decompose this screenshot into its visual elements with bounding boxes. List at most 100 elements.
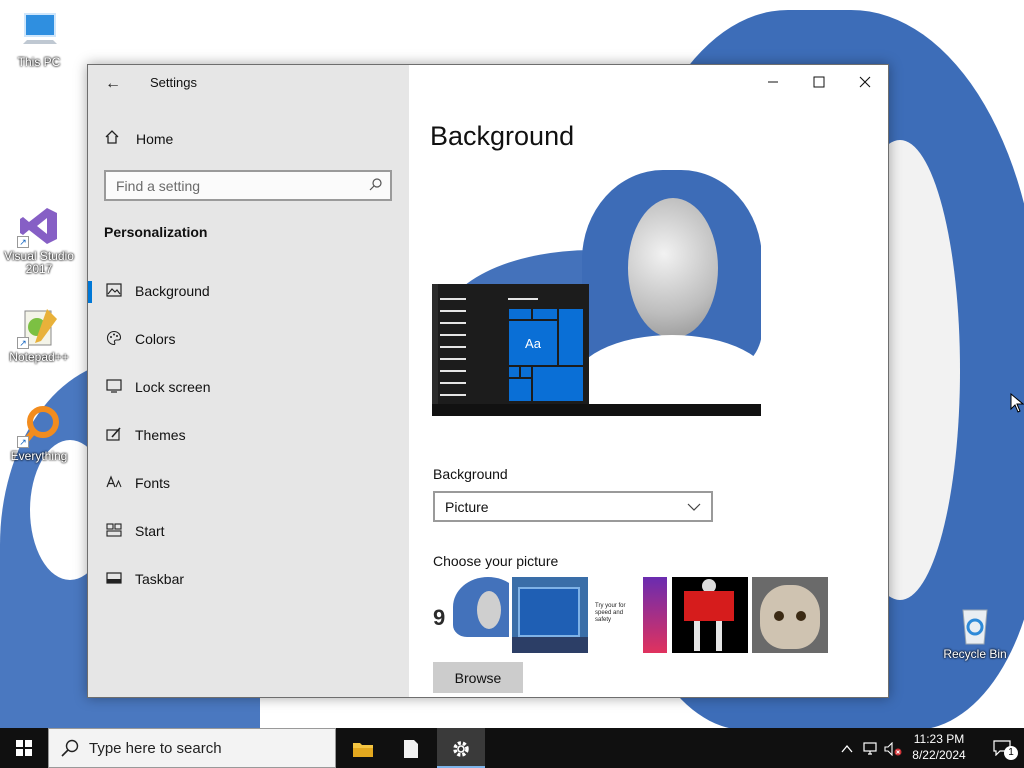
fonts-icon bbox=[104, 474, 124, 492]
indicator bbox=[88, 521, 92, 543]
nav-item-label: Fonts bbox=[135, 475, 171, 491]
indicator bbox=[88, 377, 92, 399]
desktop-icon-visual-studio[interactable]: ↗ Visual Studio 2017 bbox=[1, 204, 77, 276]
visual-studio-icon: ↗ bbox=[17, 204, 61, 248]
shortcut-arrow-icon: ↗ bbox=[17, 236, 29, 248]
show-hidden-icons-button[interactable] bbox=[836, 728, 858, 768]
settings-nav-pane: ← Settings Home Personalization Backgrou… bbox=[88, 65, 409, 697]
back-button[interactable]: ← bbox=[102, 73, 124, 95]
desktop-icon-everything[interactable]: ↗ Everything bbox=[1, 404, 77, 463]
browse-button[interactable]: Browse bbox=[433, 662, 523, 693]
preview-tile bbox=[520, 366, 532, 378]
chevron-up-icon bbox=[841, 744, 853, 752]
background-label: Background bbox=[433, 466, 508, 482]
thumb-text: Try your for speed and safety bbox=[595, 603, 626, 623]
close-icon bbox=[859, 76, 871, 88]
nav-item-start[interactable]: Start bbox=[88, 509, 409, 553]
clock-time: 11:23 PM bbox=[913, 732, 965, 746]
windows-logo-icon bbox=[16, 739, 32, 756]
indicator bbox=[88, 425, 92, 447]
preview-tile bbox=[508, 366, 520, 378]
nav-home-label: Home bbox=[136, 131, 174, 147]
preview-line bbox=[440, 310, 466, 312]
search-icon bbox=[61, 739, 79, 762]
nav-item-themes[interactable]: Themes bbox=[88, 413, 409, 457]
settings-taskbar-button[interactable] bbox=[437, 728, 485, 768]
thumb-shape bbox=[774, 611, 784, 621]
settings-content: Background Aa Background Picture Choose … bbox=[409, 65, 888, 697]
thumb-shape bbox=[796, 611, 806, 621]
maximize-icon bbox=[813, 76, 825, 88]
preview-line bbox=[440, 394, 466, 396]
start-button[interactable] bbox=[0, 728, 48, 768]
picture-thumbnail[interactable] bbox=[752, 577, 828, 653]
indicator bbox=[88, 473, 92, 495]
themes-icon bbox=[104, 426, 124, 445]
maximize-button[interactable] bbox=[796, 65, 842, 97]
nav-item-label: Start bbox=[135, 523, 165, 539]
desktop-icon-recycle-bin[interactable]: Recycle Bin bbox=[937, 602, 1013, 661]
picture-thumbnail[interactable]: 9 bbox=[433, 577, 509, 653]
nav-item-colors[interactable]: Colors bbox=[88, 317, 409, 361]
minimize-icon bbox=[768, 81, 778, 83]
document-icon bbox=[404, 740, 418, 759]
thumb-shape bbox=[477, 591, 501, 629]
thumb-shape bbox=[512, 637, 588, 653]
system-clock[interactable]: 11:23 PM 8/22/2024 bbox=[900, 731, 978, 763]
taskbar-icon bbox=[104, 571, 124, 587]
choose-picture-label: Choose your picture bbox=[433, 553, 559, 569]
preview-tile bbox=[508, 308, 532, 320]
preview-tile bbox=[558, 308, 584, 366]
nav-item-fonts[interactable]: Fonts bbox=[88, 461, 409, 505]
nav-item-background[interactable]: Background bbox=[88, 269, 409, 313]
gear-icon bbox=[453, 741, 469, 757]
minimize-button[interactable] bbox=[750, 65, 796, 97]
find-setting-input[interactable] bbox=[106, 172, 356, 199]
taskbar-search-box[interactable]: Type here to search bbox=[48, 728, 336, 768]
nav-item-lock-screen[interactable]: Lock screen bbox=[88, 365, 409, 409]
shortcut-arrow-icon: ↗ bbox=[17, 337, 29, 349]
file-explorer-button[interactable] bbox=[339, 728, 387, 768]
nav-item-label: Background bbox=[135, 283, 210, 299]
start-icon bbox=[104, 522, 124, 540]
preview-rail bbox=[432, 284, 438, 404]
notepad-taskbar-button[interactable] bbox=[387, 728, 435, 768]
thumb-shape bbox=[716, 621, 722, 651]
nav-item-label: Taskbar bbox=[135, 571, 185, 587]
indicator bbox=[88, 329, 92, 351]
preview-line bbox=[440, 298, 466, 300]
picture-thumbnail[interactable] bbox=[672, 577, 748, 653]
taskbar-search-placeholder: Type here to search bbox=[89, 740, 222, 757]
lock-screen-icon bbox=[104, 378, 124, 396]
desktop-icon-this-pc[interactable]: This PC bbox=[1, 10, 77, 69]
active-indicator bbox=[88, 281, 92, 303]
clock-date: 8/22/2024 bbox=[912, 748, 966, 762]
find-setting-search bbox=[104, 170, 392, 201]
thumb-shape bbox=[684, 591, 734, 621]
preview-tile bbox=[532, 366, 584, 402]
network-icon bbox=[863, 741, 877, 755]
chevron-down-icon bbox=[687, 497, 701, 520]
indicator bbox=[88, 569, 92, 591]
action-center-button[interactable]: 1 bbox=[980, 728, 1024, 768]
picture-thumbnail[interactable] bbox=[512, 577, 588, 653]
notification-badge: 1 bbox=[1004, 746, 1018, 760]
preview-moon bbox=[628, 198, 718, 338]
picture-thumbnail[interactable]: Try your for speed and safety bbox=[591, 577, 667, 653]
desktop-icon-notepad-plus-plus[interactable]: ↗ Notepad++ bbox=[1, 305, 77, 364]
network-button[interactable] bbox=[860, 728, 882, 768]
preview-taskbar bbox=[432, 404, 761, 416]
close-button[interactable] bbox=[842, 65, 888, 97]
nav-item-taskbar[interactable]: Taskbar bbox=[88, 557, 409, 601]
home-icon bbox=[104, 129, 122, 149]
background-type-dropdown[interactable]: Picture bbox=[433, 491, 713, 522]
nav-item-label: Colors bbox=[135, 331, 176, 347]
preview-line bbox=[440, 334, 466, 336]
settings-window: ← Settings Home Personalization Backgrou… bbox=[87, 64, 889, 698]
section-title: Personalization bbox=[104, 224, 208, 240]
preview-tile bbox=[508, 378, 532, 402]
nav-home[interactable]: Home bbox=[104, 127, 173, 151]
preview-line bbox=[440, 382, 466, 384]
nav-item-label: Themes bbox=[135, 427, 186, 443]
preview-tile-text: Aa bbox=[525, 336, 541, 351]
